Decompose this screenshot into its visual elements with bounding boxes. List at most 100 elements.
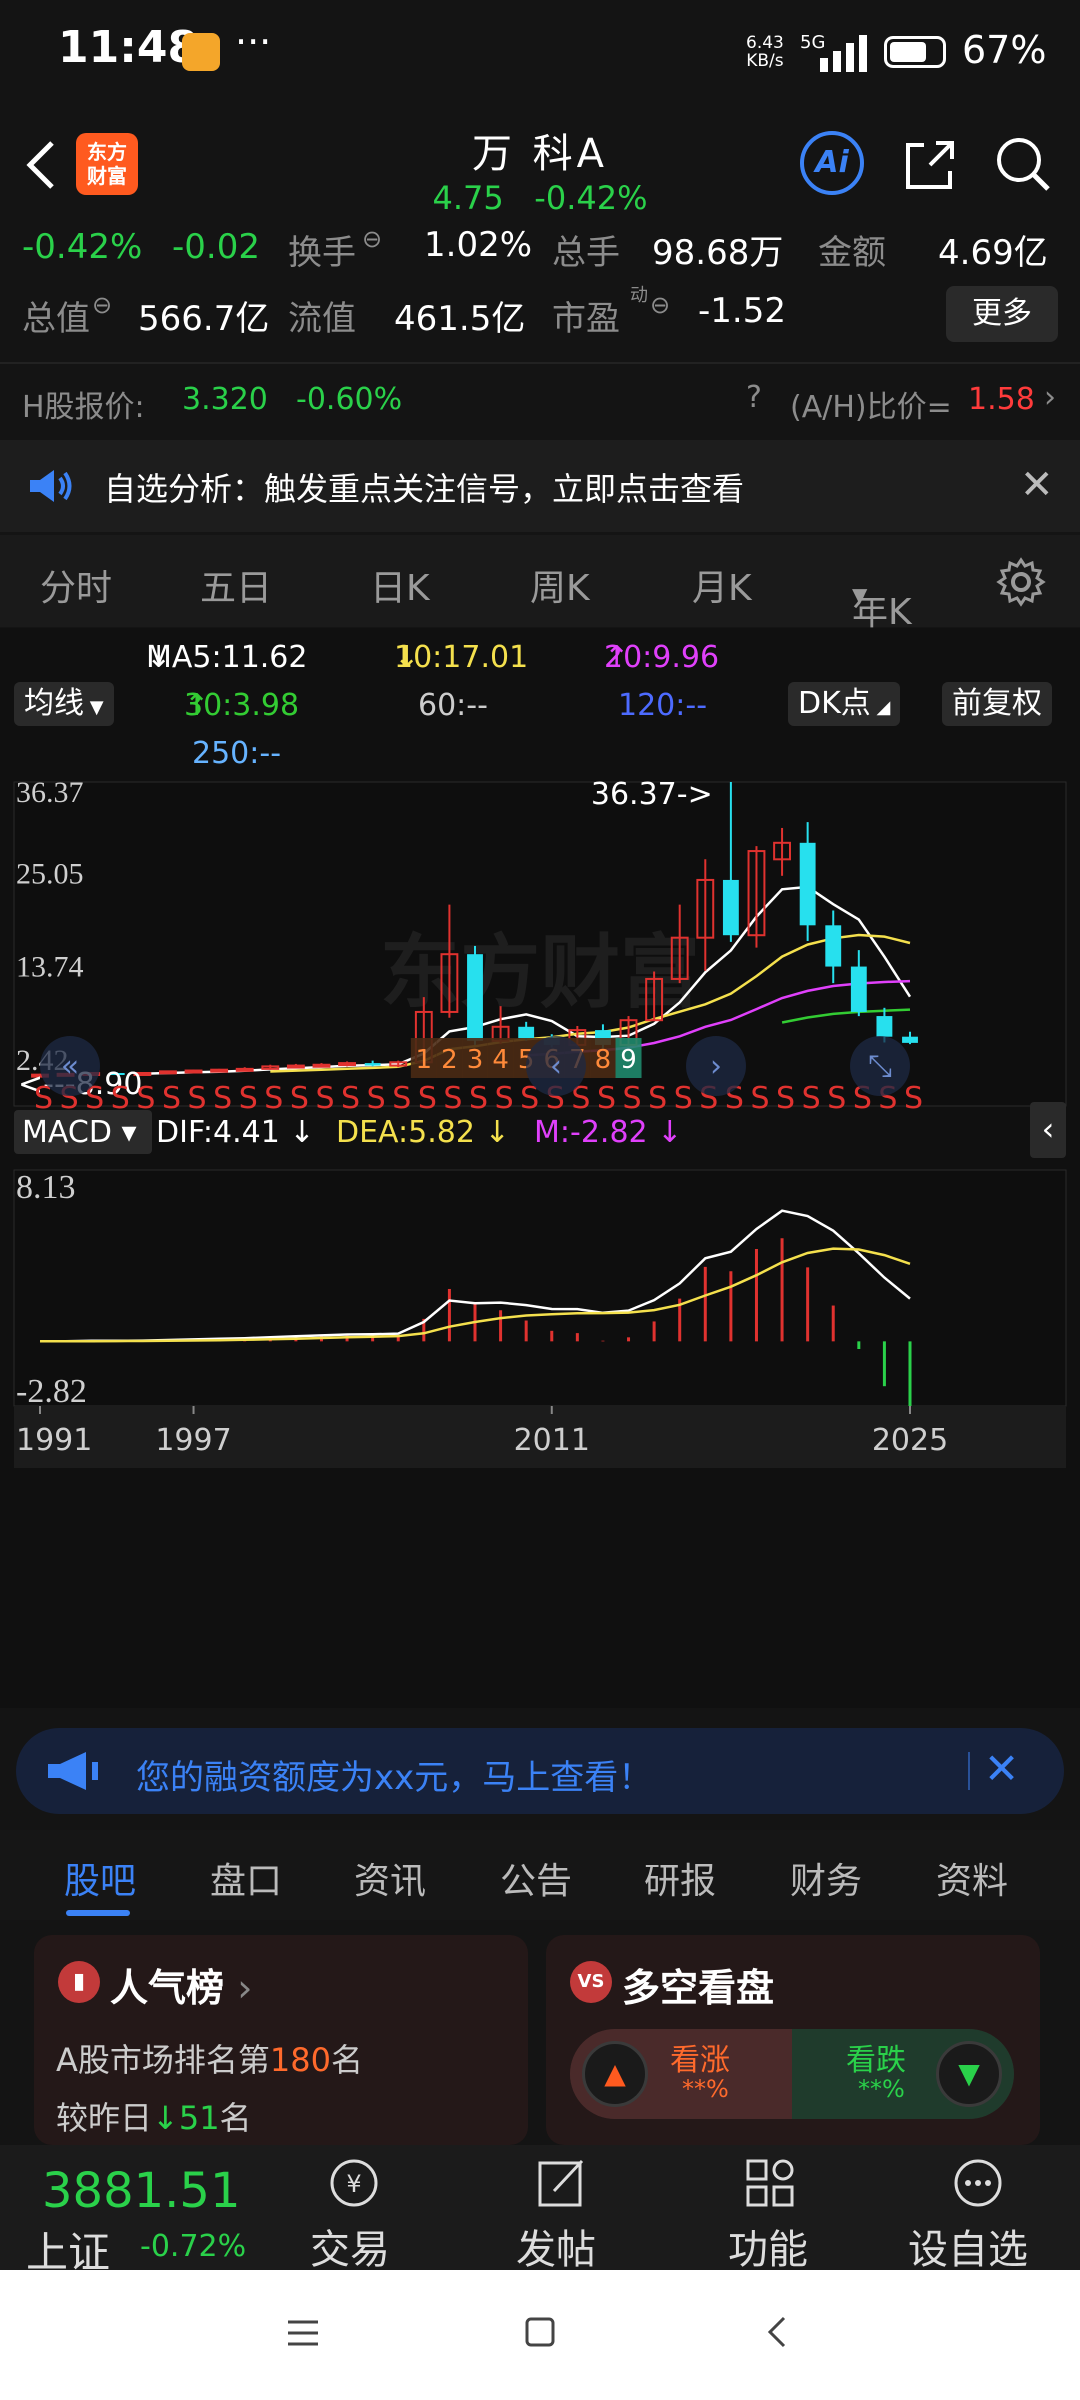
info-icon[interactable]: ⊖ (92, 291, 112, 319)
rank-change-value: 51 (178, 2099, 220, 2137)
tab-news[interactable]: 资讯 (354, 1852, 426, 1904)
trade-label[interactable]: 交易 (310, 2217, 390, 2275)
index-change: -0.72% (140, 2229, 247, 2264)
popularity-title: 人气榜 › (110, 1966, 253, 2010)
bull-label: 看涨 (670, 2043, 730, 2078)
ma-selector-label: 均线 (24, 686, 84, 721)
post-label[interactable]: 发帖 (516, 2217, 596, 2275)
candle-body (902, 1036, 918, 1043)
ai-button[interactable]: Ai (800, 131, 864, 195)
speed-value: 6.43 (746, 33, 784, 53)
adjust-button[interactable]: 前复权 (942, 682, 1052, 726)
candle-body (825, 925, 842, 967)
macd-m: M:-2.82 ↓ (534, 1115, 682, 1150)
financing-ad[interactable]: 您的融资额度为xx元，马上查看！ ✕ (16, 1728, 1064, 1814)
notice-bar[interactable]: 自选分析：触发重点关注信号，立即点击查看 ✕ (0, 440, 1080, 532)
rank-line: A股市场排名第180名 (56, 2035, 363, 2081)
tab-five-day[interactable]: 五日 (200, 559, 272, 611)
bull-value: **% (682, 2075, 729, 2103)
sell-signal: S (162, 1081, 181, 1116)
speaker-icon (30, 470, 72, 502)
vote-bar: ▲ 看涨 **% 看跌 **% ▼ (570, 2029, 1014, 2119)
stat-chg: -0.02 (172, 227, 260, 267)
notification-icon (182, 33, 220, 71)
tab-month-k[interactable]: 月K (692, 559, 752, 611)
popularity-card[interactable]: ▮ 人气榜 › A股市场排名第180名 较昨日↓51名 (34, 1935, 528, 2145)
stock-price: 4.75 (432, 179, 504, 217)
ma5-label: MA5:11.62 ↓ (146, 640, 308, 675)
info-icon[interactable]: ⊖ (650, 291, 670, 319)
bar-chart-icon: ▮ (58, 1961, 100, 2003)
sell-signal: S (623, 1081, 642, 1116)
more-button[interactable]: 更多 (946, 286, 1058, 342)
td-marker: 8 (595, 1045, 612, 1075)
tab-week-k[interactable]: 周K (530, 559, 590, 611)
speed-unit: KB/s (746, 51, 784, 71)
function-label[interactable]: 功能 (728, 2217, 808, 2275)
h-share-row[interactable]: H股报价: 3.320 -0.60% ? (A/H)比价= 1.58 › (0, 370, 1080, 432)
td-marker: 3 (467, 1045, 484, 1075)
share-icon[interactable] (900, 135, 960, 195)
kline-svg[interactable]: 东方财富36.3725.0513.742.4236.37-><---8.9012… (0, 778, 1080, 1708)
kline-chart-area[interactable]: MA5:11.62 ↓ 10:17.01 ↓ 20:9.96 ↑ 30:3.98… (0, 628, 1080, 1708)
sell-signal: S (827, 1081, 846, 1116)
candle-body (799, 842, 816, 926)
x-axis-label: 2011 (514, 1423, 590, 1458)
megaphone-icon (48, 1752, 98, 1790)
add-watchlist-label[interactable]: 设自选 (908, 2217, 1028, 2275)
h-share-price: 3.320 (182, 382, 268, 417)
expand-icon-glyph: ⤡ (868, 1049, 892, 1084)
edit-icon[interactable] (534, 2155, 590, 2211)
network-speed: 6.43 KB/s (746, 34, 784, 70)
tab-order-book[interactable]: 盘口 (210, 1852, 282, 1904)
td-marker: 2 (441, 1045, 458, 1075)
tab-guba[interactable]: 股吧 (64, 1852, 136, 1904)
trade-icon[interactable]: ¥ (326, 2155, 382, 2211)
search-icon[interactable] (992, 133, 1054, 195)
bull-vote-button[interactable]: ▲ (582, 2041, 648, 2107)
rank-change-line: 较昨日↓51名 (56, 2099, 252, 2137)
tab-finance[interactable]: 财务 (790, 1852, 862, 1904)
candle-body (338, 1062, 356, 1067)
vs-card[interactable]: VS 多空看盘 ▲ 看涨 **% 看跌 **% ▼ (546, 1935, 1040, 2145)
tab-day-k[interactable]: 日K (370, 559, 430, 611)
stock-change-pct: -0.42% (534, 179, 648, 217)
battery-icon (884, 36, 946, 68)
bear-vote-button[interactable]: ▼ (936, 2041, 1002, 2107)
grid-icon[interactable] (742, 2155, 798, 2211)
tab-intraday[interactable]: 分时 (40, 559, 112, 611)
chevron-right-icon: › (1044, 380, 1056, 415)
x-axis-label: 1997 (155, 1423, 231, 1458)
sell-signal: S (239, 1081, 258, 1116)
menu-icon[interactable] (286, 2318, 320, 2348)
tab-announcements[interactable]: 公告 (500, 1852, 572, 1904)
macd-label: MACD ▾ (22, 1115, 137, 1150)
dk-point-button[interactable]: DK点 ◢ (788, 682, 901, 726)
sell-signal: S (597, 1081, 616, 1116)
more-circle-icon[interactable] (950, 2155, 1006, 2211)
mcap-label: 总值 (22, 299, 90, 339)
sell-signal: S (188, 1081, 207, 1116)
bottom-nav: 3881.51 上证 -0.72% ¥ 交易 发帖 功能 设自选 (0, 2145, 1080, 2277)
settings-icon[interactable] (996, 557, 1046, 607)
tab-profile[interactable]: 资料 (936, 1852, 1008, 1904)
sell-signal: S (213, 1081, 232, 1116)
quote-stats: -0.42% -0.02 换手 ⊖ 1.02% 总手 98.68万 金额 4.6… (0, 225, 1080, 365)
candle-body (159, 1070, 177, 1075)
ma20-value: 20:9.96 (604, 640, 720, 675)
tab-research[interactable]: 研报 (644, 1852, 716, 1904)
home-icon[interactable] (524, 2316, 556, 2348)
close-icon[interactable]: ✕ (984, 1744, 1019, 1793)
index-value[interactable]: 3881.51 (42, 2163, 241, 2219)
rank-suffix: 名 (330, 2041, 363, 2079)
help-icon[interactable]: ? (746, 380, 762, 415)
back-icon[interactable] (764, 2314, 790, 2350)
popularity-title-text: 人气榜 (110, 1966, 225, 2010)
ah-ratio-label: (A/H)比价= (790, 390, 952, 425)
ma30-label: 30:3.98 ↑ (184, 688, 300, 723)
close-icon[interactable]: ✕ (1020, 462, 1054, 508)
ma120-label: 120:-- (618, 688, 708, 723)
ma-selector[interactable]: 均线 ▼ (14, 682, 114, 726)
y-tick-label: 36.37 (16, 778, 84, 809)
info-icon[interactable]: ⊖ (362, 225, 382, 253)
